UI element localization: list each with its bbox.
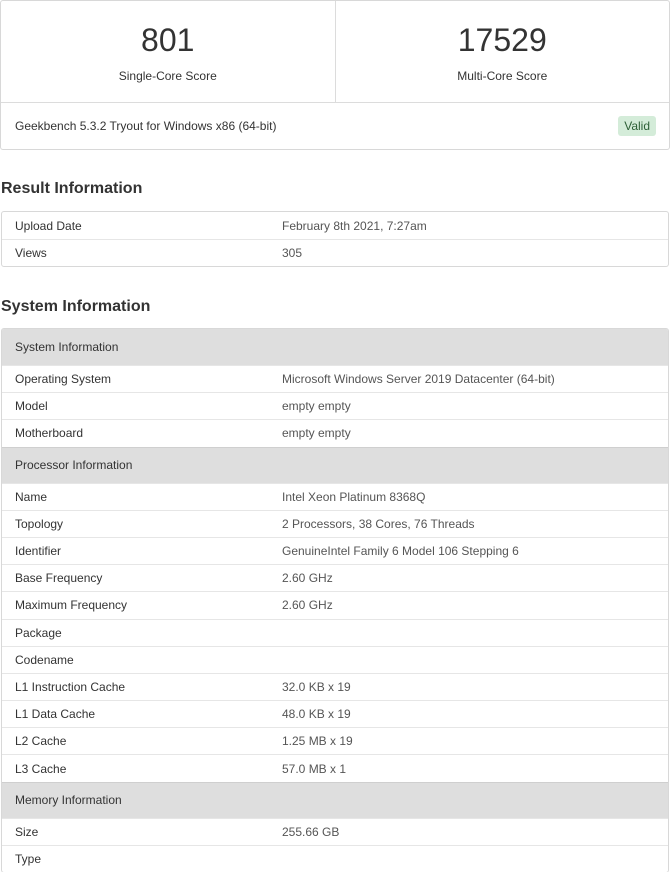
processor-information-header: Processor Information xyxy=(2,446,668,483)
header-label: System Information xyxy=(15,340,119,354)
row-key: Size xyxy=(15,824,39,839)
row-key: L3 Cache xyxy=(15,761,67,776)
row-key: Model xyxy=(15,399,48,414)
single-core-score: 801 xyxy=(141,22,195,58)
version-text: Geekbench 5.3.2 Tryout for Windows x86 (… xyxy=(15,119,277,133)
row-value: 57.0 MB x 1 xyxy=(282,761,347,776)
row-key: Upload Date xyxy=(15,218,82,233)
row-value: empty empty xyxy=(282,399,351,414)
table-row: Type xyxy=(2,844,668,872)
row-key: Type xyxy=(15,851,42,866)
row-key: Name xyxy=(15,489,48,504)
row-value: empty empty xyxy=(282,426,351,441)
version-row: Geekbench 5.3.2 Tryout for Windows x86 (… xyxy=(1,103,669,149)
multi-core-score-cell: 17529 Multi-Core Score xyxy=(334,1,670,102)
table-row: L1 Data Cache 48.0 KB x 19 xyxy=(2,700,668,727)
header-label: Processor Information xyxy=(15,458,133,473)
system-information-header: System Information xyxy=(2,329,668,365)
system-information-title: System Information xyxy=(1,298,151,315)
scores-row: 801 Single-Core Score 17529 Multi-Core S… xyxy=(1,1,669,103)
table-row: Upload Date February 8th 2021, 7:27am xyxy=(2,212,668,239)
row-key: L2 Cache xyxy=(15,734,67,749)
row-value: 2 Processors, 38 Cores, 76 Threads xyxy=(282,516,475,531)
row-value: Intel Xeon Platinum 8368Q xyxy=(282,489,426,504)
single-core-score-cell: 801 Single-Core Score xyxy=(1,1,335,102)
row-key: Package xyxy=(15,625,62,640)
row-key: L1 Instruction Cache xyxy=(15,679,126,694)
header-label: Memory Information xyxy=(15,793,122,808)
row-value: February 8th 2021, 7:27am xyxy=(282,218,427,233)
table-row: Name Intel Xeon Platinum 8368Q xyxy=(2,482,668,510)
row-value: Microsoft Windows Server 2019 Datacenter… xyxy=(282,372,555,387)
row-value: 2.60 GHz xyxy=(282,571,333,586)
row-value: 305 xyxy=(282,246,303,261)
table-row: L3 Cache 57.0 MB x 1 xyxy=(2,754,668,781)
row-value: 32.0 KB x 19 xyxy=(282,679,351,694)
valid-badge: Valid xyxy=(618,116,656,136)
table-row: Base Frequency 2.60 GHz xyxy=(2,564,668,591)
row-key: Motherboard xyxy=(15,426,84,441)
table-row: Views 305 xyxy=(2,239,668,266)
table-row: L1 Instruction Cache 32.0 KB x 19 xyxy=(2,672,668,700)
row-value: 48.0 KB x 19 xyxy=(282,707,351,722)
row-key: Operating System xyxy=(15,372,112,387)
score-card: 801 Single-Core Score 17529 Multi-Core S… xyxy=(0,0,670,150)
multi-core-label: Multi-Core Score xyxy=(457,69,548,83)
row-value: 255.66 GB xyxy=(282,824,340,839)
table-row: Model empty empty xyxy=(2,392,668,419)
result-information-table: Upload Date February 8th 2021, 7:27am Vi… xyxy=(1,211,669,268)
table-row: Operating System Microsoft Windows Serve… xyxy=(2,365,668,392)
table-row: Topology 2 Processors, 38 Cores, 76 Thre… xyxy=(2,509,668,537)
system-information-table: System Information Operating System Micr… xyxy=(1,328,669,872)
row-key: Maximum Frequency xyxy=(15,598,128,613)
table-row: Maximum Frequency 2.60 GHz xyxy=(2,591,668,618)
table-row: Motherboard empty empty xyxy=(2,419,668,446)
row-key: Topology xyxy=(15,516,64,531)
row-value: 2.60 GHz xyxy=(282,598,333,613)
row-value: GenuineIntel Family 6 Model 106 Stepping… xyxy=(282,544,519,559)
table-row: Size 255.66 GB xyxy=(2,817,668,845)
table-row: L2 Cache 1.25 MB x 19 xyxy=(2,727,668,754)
row-key: Codename xyxy=(15,652,74,667)
row-value: 1.25 MB x 19 xyxy=(282,734,353,749)
row-key: Base Frequency xyxy=(15,571,103,586)
table-row: Codename xyxy=(2,645,668,673)
memory-information-header: Memory Information xyxy=(2,781,668,818)
row-key: Views xyxy=(15,246,47,261)
single-core-label: Single-Core Score xyxy=(118,69,217,83)
row-key: Identifier xyxy=(15,544,62,559)
result-information-title: Result Information xyxy=(1,180,143,197)
table-row: Identifier GenuineIntel Family 6 Model 1… xyxy=(2,536,668,564)
multi-core-score: 17529 xyxy=(457,22,547,58)
geekbench-result-page: 801 Single-Core Score 17529 Multi-Core S… xyxy=(0,0,670,872)
table-row: Package xyxy=(2,618,668,646)
row-key: L1 Data Cache xyxy=(15,707,96,722)
